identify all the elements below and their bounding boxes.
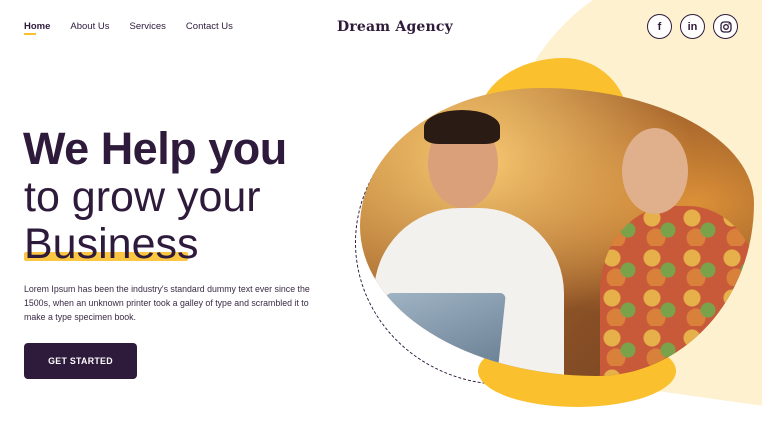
hero-photo — [360, 88, 754, 376]
person-right-body — [600, 206, 754, 376]
laptop — [378, 293, 506, 368]
hero-description: Lorem Ipsum has been the industry's stan… — [24, 284, 310, 322]
headline-line-2: to grow your — [24, 173, 261, 221]
facebook-icon[interactable]: f — [647, 14, 672, 39]
nav-item-home[interactable]: Home — [24, 21, 50, 35]
main-nav: Home About Us Services Contact Us — [24, 21, 253, 35]
instagram-icon[interactable] — [713, 14, 738, 39]
person-left-hair — [424, 110, 500, 144]
nav-item-services[interactable]: Services — [129, 21, 165, 32]
headline-line-1: We Help you — [23, 123, 287, 174]
headline-line-3: Business — [24, 220, 199, 268]
get-started-button[interactable]: GET STARTED — [24, 343, 137, 379]
brand-logo[interactable]: Dream Agency — [337, 19, 453, 35]
nav-item-about-us[interactable]: About Us — [70, 21, 109, 32]
linkedin-icon[interactable]: in — [680, 14, 705, 39]
social-links: f in — [647, 14, 738, 39]
instagram-glyph — [719, 20, 732, 33]
nav-item-contact-us[interactable]: Contact Us — [186, 21, 233, 32]
person-right-head — [622, 128, 688, 214]
